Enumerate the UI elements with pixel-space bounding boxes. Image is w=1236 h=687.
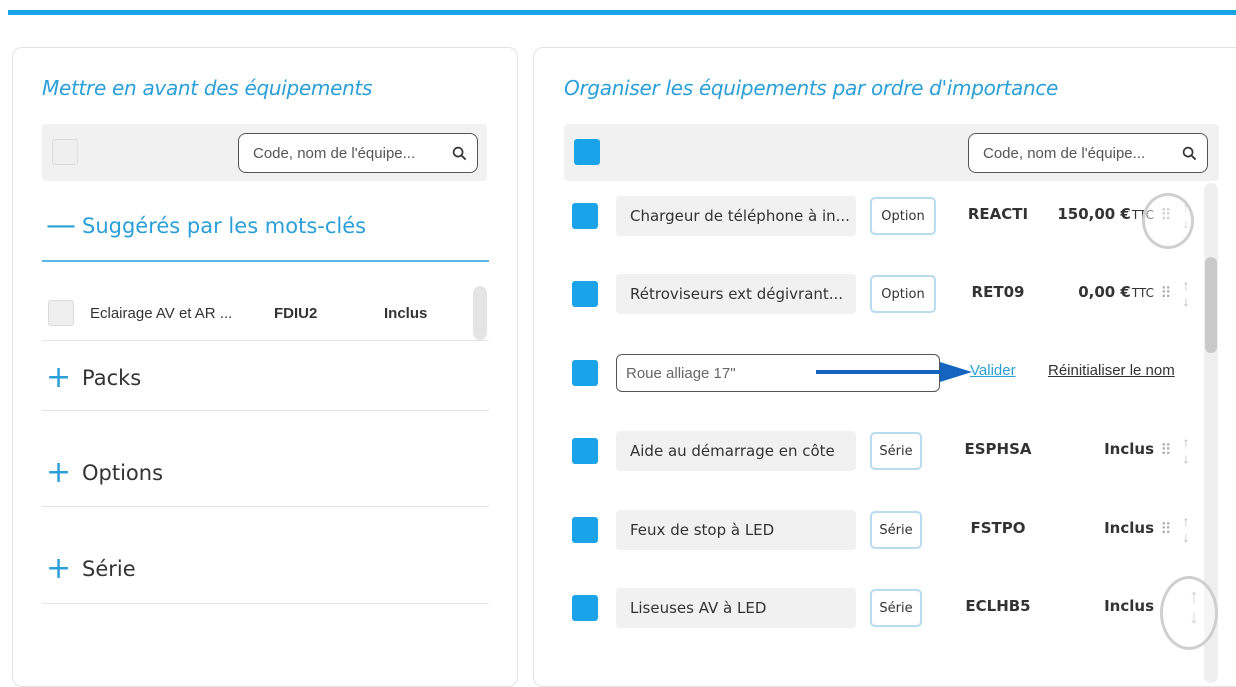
row-checkbox[interactable] [572,595,598,621]
section-divider [42,340,489,341]
left-toolbar: Code, nom de l'équipe... [42,124,487,181]
type-badge: Option [870,197,936,235]
equipment-code: ESPHSA [964,440,1032,458]
move-down-icon[interactable]: ↓ [1178,293,1194,309]
list-item[interactable]: Eclairage AV et AR ... FDIU2 Inclus [42,288,487,338]
search-input[interactable]: Code, nom de l'équipe... [968,133,1208,173]
price-value: 0,00 € [1078,283,1131,301]
drag-handle-icon[interactable]: ⠿ [1158,440,1174,462]
price-suffix: TTC [1131,286,1154,300]
highlight-equipment-panel: Mettre en avant des équipements Code, no… [12,47,518,687]
item-name: Eclairage AV et AR ... [90,304,233,322]
price-value: Inclus [1104,597,1154,615]
item-code: FDIU2 [274,304,318,322]
equipment-price: 150,00 €TTC [1034,205,1154,223]
move-down-icon[interactable]: ↓ [1178,529,1194,545]
reset-name-link[interactable]: Réinitialiser le nom [1048,362,1175,379]
move-down-icon[interactable]: ↓ [1178,450,1194,466]
move-up-icon[interactable]: ↑ [1178,513,1194,529]
drag-handle-icon[interactable]: ⠿ [1158,519,1174,541]
price-value: 150,00 € [1057,205,1131,223]
price-value: Inclus [1104,519,1154,537]
section-serie[interactable]: + Série [42,549,489,589]
section-label: Packs [82,366,142,390]
equipment-name: Feux de stop à LED [616,510,856,550]
drag-handle-icon[interactable]: ⠿ [1158,283,1174,305]
row-checkbox[interactable] [572,281,598,307]
search-icon[interactable] [1171,134,1207,172]
collapse-icon: — [46,208,76,243]
sort-arrows-icon[interactable]: ↑ ↓ [1178,513,1194,547]
item-status: Inclus [384,304,428,322]
right-toolbar: Code, nom de l'équipe... [564,124,1219,181]
arrow-annotation-icon [816,362,972,382]
equipment-code: RET09 [971,283,1025,301]
table-row[interactable]: Liseuses AV à LED Série ECLHB5 Inclus ↑ ↓ [564,583,1204,633]
section-divider [42,410,489,411]
select-all-checkbox[interactable] [574,139,600,165]
equipment-name: Liseuses AV à LED [616,588,856,628]
equipment-code: FSTPO [970,519,1026,537]
type-badge: Série [870,432,922,470]
highlight-ring [1160,576,1218,650]
table-row[interactable]: Aide au démarrage en côte Série ESPHSA I… [564,426,1204,476]
top-accent-bar [8,10,1236,15]
section-label: Série [82,557,136,581]
sort-arrows-icon[interactable]: ↑ ↓ [1178,277,1194,311]
type-badge: Série [870,589,922,627]
section-divider [42,603,489,604]
table-row[interactable]: Chargeur de téléphone à in... Option REA… [564,191,1204,241]
row-checkbox[interactable] [572,517,598,543]
search-icon[interactable] [441,134,477,172]
expand-icon: + [46,360,72,395]
equipment-name: Aide au démarrage en côte [616,431,856,471]
expand-icon: + [46,551,72,586]
select-all-checkbox[interactable] [52,139,78,165]
section-divider [42,506,489,507]
equipment-name: Rétroviseurs ext dégivrant... [616,274,856,314]
section-label: Suggérés par les mots-clés [82,214,367,238]
section-label: Options [82,461,164,485]
equipment-price: 0,00 €TTC [1034,283,1154,301]
expand-icon: + [46,455,72,490]
panel-title: Mettre en avant des équipements [42,76,373,100]
edit-row[interactable]: Roue alliage 17" Valider Réinitialiser l… [564,348,1204,398]
type-badge: Option [870,275,936,313]
equipment-price: Inclus [1034,440,1154,458]
panel-title: Organiser les équipements par ordre d'im… [564,76,1059,100]
table-row[interactable]: Rétroviseurs ext dégivrant... Option RET… [564,269,1204,319]
move-up-icon[interactable]: ↑ [1178,434,1194,450]
row-checkbox[interactable] [572,360,598,386]
row-checkbox[interactable] [572,438,598,464]
section-suggested[interactable]: — Suggérés par les mots-clés [42,206,489,246]
equipment-price: Inclus [1034,519,1154,537]
row-checkbox[interactable] [572,203,598,229]
validate-link[interactable]: Valider [970,362,1016,379]
order-equipment-panel: Organiser les équipements par ordre d'im… [533,47,1236,687]
search-placeholder: Code, nom de l'équipe... [983,144,1146,162]
sort-arrows-icon[interactable]: ↑ ↓ [1178,434,1194,468]
scrollbar[interactable] [473,286,487,340]
equipment-price: Inclus [1034,597,1154,615]
highlight-ring [1142,193,1194,249]
equipment-code: REACTI [967,205,1029,223]
move-up-icon[interactable]: ↑ [1178,277,1194,293]
item-checkbox[interactable] [48,300,74,326]
rename-input-value: Roue alliage 17" [626,364,736,382]
search-placeholder: Code, nom de l'équipe... [253,144,416,162]
section-divider [42,260,489,262]
search-input[interactable]: Code, nom de l'équipe... [238,133,478,173]
price-value: Inclus [1104,440,1154,458]
section-packs[interactable]: + Packs [42,358,489,398]
table-row[interactable]: Feux de stop à LED Série FSTPO Inclus ⠿ … [564,505,1204,555]
section-options[interactable]: + Options [42,453,489,493]
equipment-name: Chargeur de téléphone à in... [616,196,856,236]
scrollbar-thumb[interactable] [1205,257,1217,353]
type-badge: Série [870,511,922,549]
equipment-code: ECLHB5 [965,597,1031,615]
